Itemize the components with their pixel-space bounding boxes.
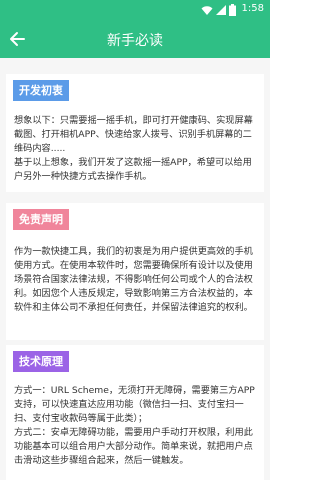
status-bar: 1:58 [0,0,270,20]
section-tag-disclaimer: 免责声明 [13,209,69,230]
signal-icon [216,5,226,15]
section-tag-intent: 开发初衷 [13,80,69,101]
section-card-disclaimer: 免责声明 作为一款快捷工具，我们的初衷是为用户提供更高效的手机使用方式。在使用本… [6,203,264,340]
app-bar: 新手必读 [0,20,270,58]
section-paragraph: 基于以上想象，我们开发了这款摇一摇APP，希望可以给用户另外一种快捷方式去操作手… [14,157,252,182]
page-title: 新手必读 [107,33,163,49]
content-area[interactable]: 开发初衷 想象以下：只需要摇一摇手机，即可打开健康码、实现屏幕截图、打开相机AP… [0,58,270,480]
wifi-icon [201,6,213,15]
section-paragraph: 方式二：安卓无障碍功能，需要用户手动打开权限，利用此功能基本可以组合用户大部分动… [14,427,253,466]
battery-icon [229,4,236,16]
section-card-tech: 技术原理 方式一：URL Scheme，无须打开无障碍，需要第三方APP支持，可… [6,345,264,480]
section-tag-tech: 技术原理 [13,351,69,372]
section-paragraph: 想象以下：只需要摇一摇手机，即可打开健康码、实现屏幕截图、打开相机APP、快速给… [14,115,253,154]
section-card-intent: 开发初衷 想象以下：只需要摇一摇手机，即可打开健康码、实现屏幕截图、打开相机AP… [6,74,264,192]
section-paragraph: 作为一款快捷工具，我们的初衷是为用户提供更高效的手机使用方式。在使用本软件时，您… [14,246,253,313]
section-paragraph: 方式一：URL Scheme，无须打开无障碍，需要第三方APP支持，可以快速直达… [14,385,255,424]
status-time: 1:58 [241,3,264,14]
